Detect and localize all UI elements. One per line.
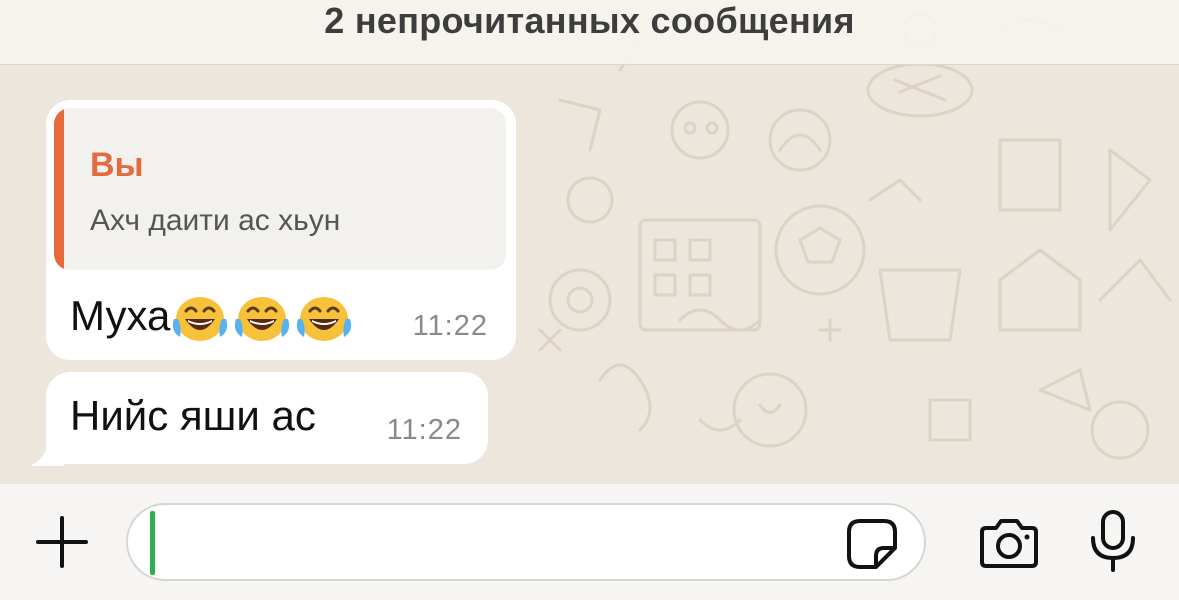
- laughing-tears-emoji: [235, 296, 290, 341]
- message-text: Нийс яши ас: [70, 392, 316, 439]
- chat-background: 2 непрочитанных сообщения Вы Ахч даити а…: [0, 0, 1179, 484]
- quote-author: Вы: [90, 146, 144, 184]
- message-text: Муха: [70, 292, 171, 339]
- camera-icon[interactable]: [976, 516, 1042, 572]
- microphone-icon[interactable]: [1086, 510, 1140, 574]
- plus-icon[interactable]: [34, 514, 90, 570]
- sticker-icon[interactable]: [846, 518, 898, 570]
- unread-banner-text: 2 непрочитанных сообщения: [324, 0, 855, 41]
- laughing-tears-emoji: [173, 296, 228, 341]
- unread-messages-banner: 2 непрочитанных сообщения: [0, 0, 1179, 65]
- laughing-tears-emoji: [297, 296, 352, 341]
- message-input[interactable]: [126, 503, 926, 581]
- quote-text: Ахч даити ас хьун: [90, 204, 341, 237]
- message-bubble-2[interactable]: Нийс яши ас 11:22: [46, 372, 488, 464]
- message-time: 11:22: [386, 414, 462, 446]
- reply-quote[interactable]: Вы Ахч даити ас хьун: [54, 108, 506, 270]
- emoji-group: [172, 293, 352, 345]
- message-text-row: Муха: [70, 292, 352, 345]
- text-cursor: [150, 511, 155, 575]
- quote-accent-bar: [54, 108, 64, 270]
- message-time: 11:22: [412, 310, 488, 342]
- message-bubble-1[interactable]: Вы Ахч даити ас хьун Муха 11:22: [46, 100, 516, 360]
